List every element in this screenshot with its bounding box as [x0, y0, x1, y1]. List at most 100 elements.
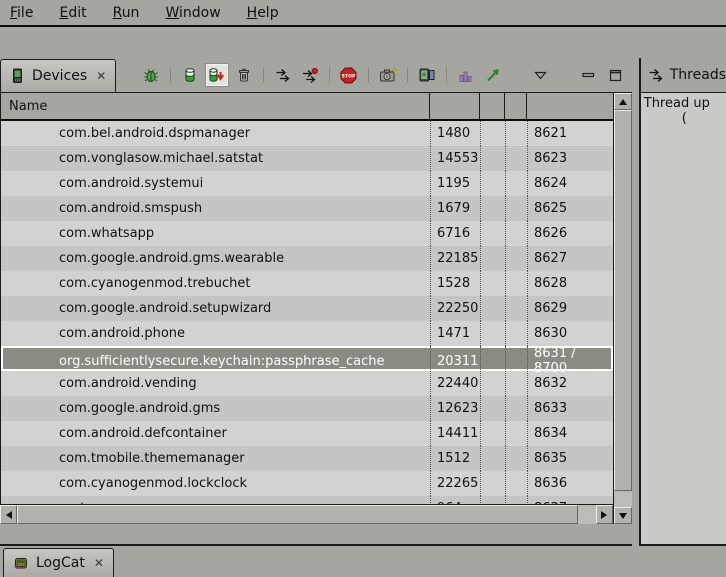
- process-port: 8624: [527, 171, 613, 196]
- menu-window[interactable]: Window: [165, 5, 220, 21]
- svg-text:STOP: STOP: [342, 73, 356, 79]
- process-name: org.sufficientlysecure.keychain:passphra…: [1, 346, 430, 376]
- process-name: com.android.defcontainer: [1, 421, 430, 446]
- process-pid: 1512: [430, 446, 480, 471]
- table-row[interactable]: org.sufficientlysecure.keychain:passphra…: [1, 346, 613, 371]
- vertical-scroll-thumb[interactable]: [614, 110, 632, 491]
- tab-devices[interactable]: Devices ✕: [0, 59, 116, 92]
- table-header: Name: [1, 93, 613, 121]
- table-row[interactable]: com.cyanogenmod.lockclock 22265 8636: [1, 471, 613, 496]
- tab-devices-close-icon[interactable]: ✕: [94, 69, 106, 83]
- column-header-pid[interactable]: [430, 93, 480, 119]
- empty-cell-1: [480, 321, 505, 346]
- screen-record-icon[interactable]: [417, 65, 437, 85]
- table-row[interactable]: com.cyanogenmod.trebuchet 1528 8628: [1, 271, 613, 296]
- update-threads-icon[interactable]: [273, 65, 293, 85]
- vertical-scrollbar[interactable]: [613, 93, 632, 524]
- process-name: com.android.phone: [1, 321, 430, 346]
- vertical-scroll-track[interactable]: [614, 110, 632, 507]
- start-method-profiling-icon[interactable]: [300, 65, 320, 85]
- horizontal-scroll-thumb[interactable]: [17, 505, 578, 524]
- view-menu-icon[interactable]: [531, 65, 551, 85]
- empty-cell-1: [480, 246, 505, 271]
- tab-logcat[interactable]: LogCat ✕: [3, 548, 114, 577]
- process-name: com.vonglasow.michael.satstat: [1, 146, 430, 171]
- device-phone-icon: [10, 68, 25, 84]
- bottom-tab-area: LogCat ✕: [0, 546, 726, 577]
- table-row[interactable]: com.google.android.setupwizard 22250 862…: [1, 296, 613, 321]
- update-heap-icon[interactable]: [180, 65, 200, 85]
- table-row[interactable]: com.google.android.gms.wearable 22185 86…: [1, 246, 613, 271]
- cause-gc-icon[interactable]: [234, 65, 254, 85]
- threads-view: Threads Thread up (: [639, 58, 726, 546]
- scroll-down-button[interactable]: [614, 507, 632, 524]
- column-header-name[interactable]: Name: [1, 93, 430, 119]
- empty-cell-1: [480, 471, 505, 496]
- table-row[interactable]: com.tmobile.thememanager 1512 8635: [1, 446, 613, 471]
- empty-cell-2: [505, 221, 527, 246]
- process-port: 8633: [527, 396, 613, 421]
- menu-help[interactable]: Help: [247, 5, 279, 21]
- process-pid: 14411: [430, 421, 480, 446]
- column-header-empty-2[interactable]: [505, 93, 527, 119]
- empty-cell-1: [480, 396, 505, 421]
- process-name: com.whatsapp: [1, 221, 430, 246]
- main-area: Devices ✕: [0, 58, 726, 546]
- toolbar-separator: [368, 67, 369, 83]
- process-port: 8621: [527, 121, 613, 146]
- scroll-up-button[interactable]: [614, 93, 632, 110]
- horizontal-scroll-track[interactable]: [17, 505, 596, 524]
- menu-run[interactable]: Run: [113, 5, 140, 21]
- table-row[interactable]: com.google.android.gms 12623 8633: [1, 396, 613, 421]
- process-pid: 1471: [430, 321, 480, 346]
- process-pid: 6716: [430, 221, 480, 246]
- tab-logcat-close-icon[interactable]: ✕: [92, 556, 104, 570]
- table-row[interactable]: com.android.defcontainer 14411 8634: [1, 421, 613, 446]
- empty-cell-1: [480, 446, 505, 471]
- toolbar-separator: [407, 67, 408, 83]
- table-row[interactable]: com.whatsapp 6716 8626: [1, 221, 613, 246]
- devices-tabbar: Devices ✕: [0, 58, 632, 92]
- table-row[interactable]: com.bel.android.dspmanager 1480 8621: [1, 121, 613, 146]
- threads-message-line2: (: [641, 111, 726, 126]
- table-row[interactable]: com.android.smspush 1679 8625: [1, 196, 613, 221]
- empty-cell-1: [480, 196, 505, 221]
- process-port: 8634: [527, 421, 613, 446]
- toolbar-separator: [329, 67, 330, 83]
- empty-cell-2: [505, 296, 527, 321]
- horizontal-scrollbar[interactable]: [0, 504, 613, 524]
- sysinfo-icon[interactable]: [456, 65, 476, 85]
- process-pid: 1528: [430, 271, 480, 296]
- column-header-port[interactable]: [527, 93, 613, 119]
- threads-tabbar[interactable]: Threads: [641, 58, 726, 93]
- tracer-icon[interactable]: [483, 65, 503, 85]
- empty-cell-1: [480, 221, 505, 246]
- table-row[interactable]: com.android.systemui 1195 8624: [1, 171, 613, 196]
- column-header-empty-1[interactable]: [480, 93, 505, 119]
- debug-attach-icon[interactable]: [141, 65, 161, 85]
- process-pid: 22265: [430, 471, 480, 496]
- process-name: com.google.android.gms: [1, 396, 430, 421]
- threads-message-line1: Thread up: [641, 96, 726, 111]
- menu-bar: File Edit Run Window Help: [0, 0, 726, 27]
- toolbar-separator: [263, 67, 264, 83]
- empty-cell-2: [505, 346, 527, 376]
- table-row[interactable]: com.vonglasow.michael.satstat 14553 8623: [1, 146, 613, 171]
- dump-hprof-icon[interactable]: [207, 65, 227, 85]
- screen-capture-icon[interactable]: [378, 65, 398, 85]
- maximize-icon[interactable]: [606, 65, 626, 85]
- scroll-left-button[interactable]: [0, 505, 17, 524]
- menu-edit[interactable]: Edit: [59, 5, 86, 21]
- menu-file[interactable]: File: [10, 5, 33, 21]
- tab-threads-label: Threads: [670, 67, 726, 83]
- table-row[interactable]: com.android.phone 1471 8630: [1, 321, 613, 346]
- minimize-icon[interactable]: [579, 65, 599, 85]
- process-pid: 14553: [430, 146, 480, 171]
- empty-cell-1: [480, 346, 505, 376]
- process-pid: 1480: [430, 121, 480, 146]
- process-pid: 1679: [430, 196, 480, 221]
- toolbar-separator: [446, 67, 447, 83]
- stop-process-icon[interactable]: STOP: [339, 65, 359, 85]
- scroll-right-button[interactable]: [596, 505, 613, 524]
- empty-cell-2: [505, 246, 527, 271]
